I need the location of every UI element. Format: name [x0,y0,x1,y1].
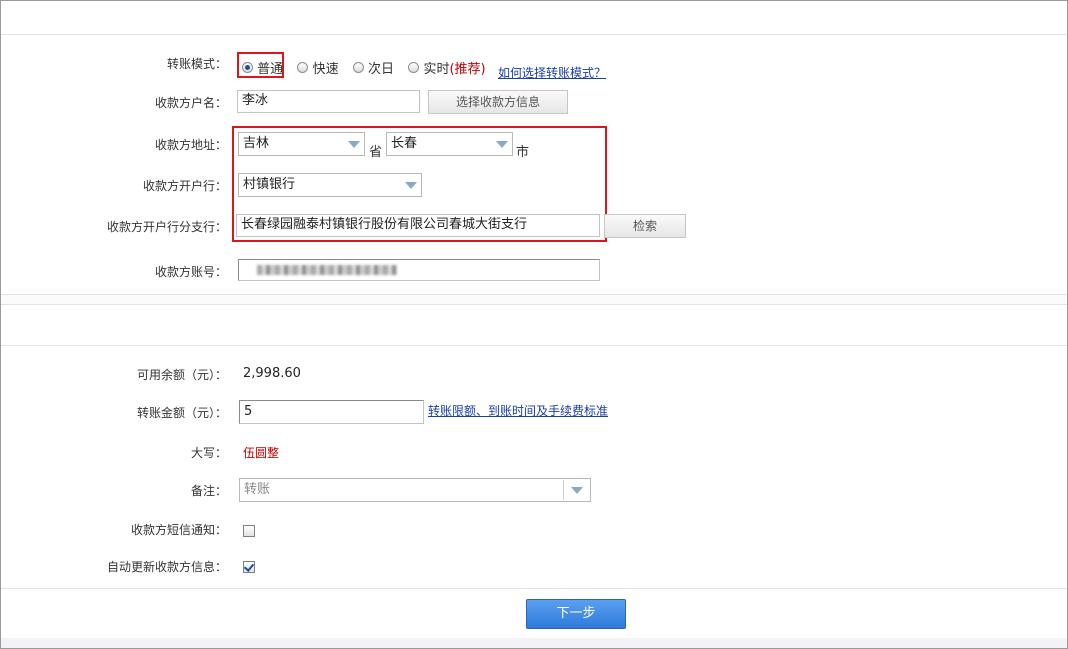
checkmark-icon [243,561,255,572]
city-value: 长春 [391,136,418,151]
top-divider [1,34,1067,35]
recommend-tag: (推荐) [449,62,486,77]
select-payee-button[interactable]: 选择收款方信息 [428,90,568,114]
province-select[interactable]: 吉林 [238,132,365,156]
next-step-button[interactable]: 下一步 [526,599,626,629]
chevron-down-icon [405,182,417,189]
transfer-mode-label: 转账模式： [166,57,227,71]
note-placeholder: 转账 [244,482,271,497]
chevron-down-icon [348,141,360,148]
payee-account-label: 收款方账号： [154,265,227,279]
auto-update-label: 自动更新收款方信息： [106,560,227,574]
province-value: 吉林 [243,136,270,151]
radio-realtime-label[interactable]: 实时 [423,62,449,77]
payee-name-label: 收款方户名： [154,96,227,110]
city-suffix: 市 [516,145,530,160]
balance-label: 可用余额（元）： [136,368,227,382]
city-select[interactable]: 长春 [386,132,513,156]
sms-notice-checkbox[interactable] [243,525,255,537]
section-divider-mid [1,304,1067,305]
payee-branch-input[interactable]: 长春绿园融泰村镇银行股份有限公司春城大街支行 [236,214,600,237]
amount-input[interactable]: 5 [239,400,424,424]
chevron-down-icon [571,487,583,494]
how-to-choose-mode-link[interactable]: 如何选择转账模式？ [498,64,606,81]
payee-name-input[interactable]: 李冰 [237,90,420,113]
auto-update-checkbox[interactable] [243,561,255,573]
radio-realtime[interactable] [408,62,420,73]
transfer-form-window: 转账模式： 普通 快速 次日 实时(推荐) 如何选择转账模式？ 收款方户名： 李… [0,0,1068,649]
radio-normal-label[interactable]: 普通 [257,62,283,77]
payee-bank-select[interactable]: 村镇银行 [238,173,422,197]
payee-branch-label: 收款方开户行分支行： [106,220,227,234]
payee-address-label: 收款方地址： [154,138,227,152]
balance-value: 2,998.60 [243,366,301,381]
search-branch-button[interactable]: 检索 [604,214,686,238]
sms-notice-label: 收款方短信通知： [130,523,227,537]
uppercase-value: 伍圆整 [243,446,280,460]
radio-next-day[interactable] [352,62,364,73]
section-divider-bottom [1,345,1067,346]
transfer-limits-link[interactable]: 转账限额、到账时间及手续费标准 [428,402,608,419]
transfer-mode-options: 普通 快速 次日 实时(推荐) [242,58,486,77]
radio-fast-label[interactable]: 快速 [313,62,339,77]
note-combobox[interactable]: 转账 [239,478,591,502]
radio-normal[interactable] [242,62,253,73]
note-label: 备注： [190,484,227,498]
note-divider [563,480,564,500]
chevron-down-icon [496,141,508,148]
amount-label: 转账金额（元）： [136,406,227,420]
radio-fast[interactable] [297,62,309,73]
payee-bank-label: 收款方开户行： [142,179,227,193]
masked-account-number [257,265,397,275]
payee-bank-value: 村镇银行 [243,177,296,192]
section-gap [1,295,1067,304]
payee-account-input[interactable] [238,259,600,281]
province-suffix: 省 [369,145,383,160]
uppercase-label: 大写： [190,446,227,460]
footer-band [1,638,1067,648]
footer-divider [1,588,1067,589]
radio-next-day-label[interactable]: 次日 [368,62,394,77]
